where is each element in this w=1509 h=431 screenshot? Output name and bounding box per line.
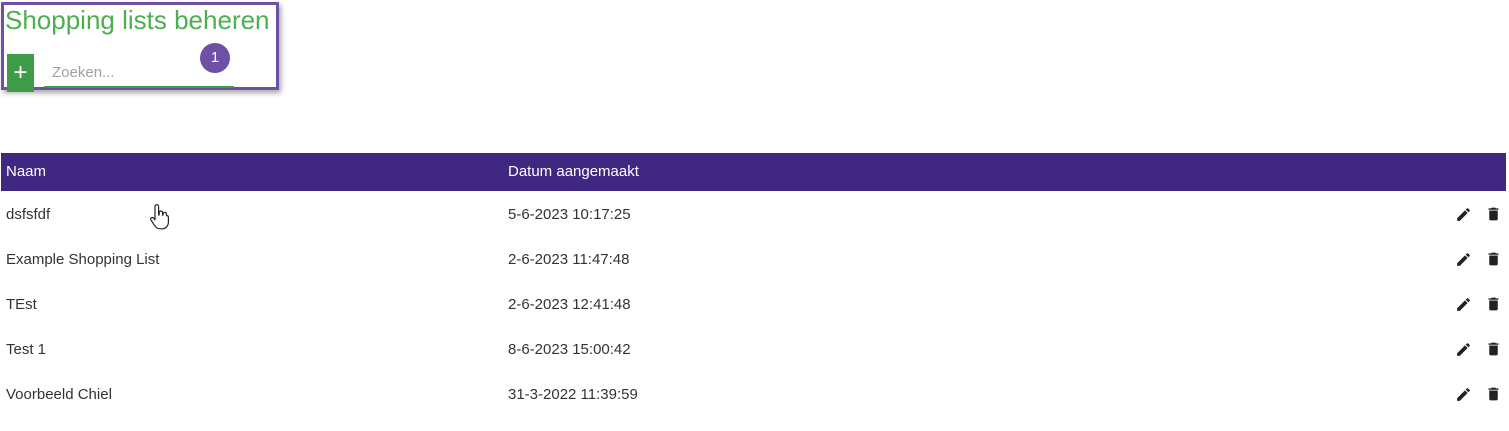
- row-date: 31-3-2022 11:39:59: [508, 386, 638, 403]
- row-name: dsfsfdf: [6, 206, 51, 223]
- pencil-icon[interactable]: [1454, 339, 1472, 359]
- table-header: Naam Datum aangemaakt: [1, 153, 1506, 191]
- add-list-button[interactable]: +: [7, 54, 34, 92]
- row-name: Example Shopping List: [6, 251, 160, 268]
- row-actions: [1454, 204, 1502, 224]
- column-header-name[interactable]: Naam: [6, 153, 46, 191]
- trash-icon[interactable]: [1484, 339, 1502, 359]
- row-actions: [1454, 249, 1502, 269]
- table-row[interactable]: Example Shopping List 2-6-2023 11:47:48: [1, 236, 1506, 281]
- row-date: 2-6-2023 12:41:48: [508, 296, 631, 313]
- trash-icon[interactable]: [1484, 294, 1502, 314]
- row-date: 2-6-2023 11:47:48: [508, 251, 630, 268]
- row-date: 5-6-2023 10:17:25: [508, 206, 631, 223]
- step-badge: 1: [200, 43, 230, 73]
- page: Shopping lists beheren + 1 Naam Datum aa…: [0, 0, 1509, 431]
- row-name: Test 1: [6, 341, 47, 358]
- pencil-icon[interactable]: [1454, 384, 1472, 404]
- header-section: Shopping lists beheren + 1: [1, 2, 279, 92]
- shopping-lists-table: Naam Datum aangemaakt dsfsfdf 5-6-2023 1…: [1, 153, 1506, 416]
- pencil-icon[interactable]: [1454, 249, 1472, 269]
- row-name: Voorbeeld Chiel: [6, 386, 112, 403]
- trash-icon[interactable]: [1484, 204, 1502, 224]
- row-date: 8-6-2023 15:00:42: [508, 341, 631, 358]
- row-actions: [1454, 294, 1502, 314]
- row-actions: [1454, 384, 1502, 404]
- page-title: Shopping lists beheren: [5, 5, 270, 35]
- table-row[interactable]: Voorbeeld Chiel 31-3-2022 11:39:59: [1, 371, 1506, 416]
- table-row[interactable]: dsfsfdf 5-6-2023 10:17:25: [1, 191, 1506, 236]
- row-name: TEst: [6, 296, 37, 313]
- pencil-icon[interactable]: [1454, 294, 1472, 314]
- column-header-date[interactable]: Datum aangemaakt: [508, 153, 639, 191]
- table-row[interactable]: TEst 2-6-2023 12:41:48: [1, 281, 1506, 326]
- pencil-icon[interactable]: [1454, 204, 1472, 224]
- trash-icon[interactable]: [1484, 384, 1502, 404]
- table-row[interactable]: Test 1 8-6-2023 15:00:42: [1, 326, 1506, 371]
- trash-icon[interactable]: [1484, 249, 1502, 269]
- row-actions: [1454, 339, 1502, 359]
- hand-cursor-icon: [150, 204, 169, 230]
